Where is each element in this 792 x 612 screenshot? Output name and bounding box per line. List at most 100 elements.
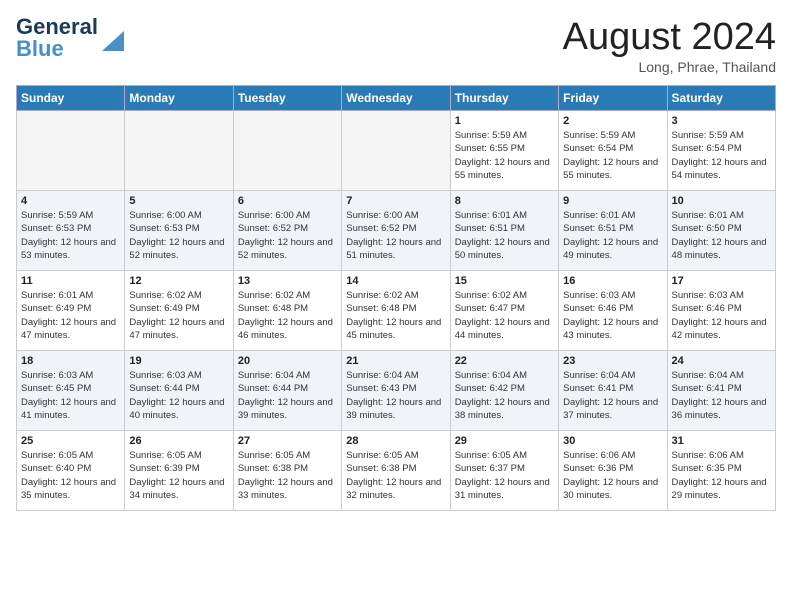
calendar-week-row: 4Sunrise: 5:59 AMSunset: 6:53 PMDaylight… xyxy=(17,191,776,271)
calendar-week-row: 11 Sunrise: 6:01 AMSunset: 6:49 PMDayligh… xyxy=(17,271,776,351)
day-sun-info: Sunrise: 6:05 AMSunset: 6:38 PMDaylight:… xyxy=(346,449,445,502)
logo: General Blue xyxy=(16,16,124,60)
day-number: 6 xyxy=(238,195,337,207)
day-sun-info: Sunrise: 5:59 AMSunset: 6:55 PMDaylight:… xyxy=(455,129,554,182)
calendar-cell: 1 Sunrise: 5:59 AMSunset: 6:55 PMDaylight… xyxy=(450,111,558,191)
day-sun-info: Sunrise: 6:01 AMSunset: 6:50 PMDaylight:… xyxy=(672,209,771,262)
day-number: 26 xyxy=(129,435,228,447)
day-number: 2 xyxy=(563,115,662,127)
logo-icon xyxy=(102,31,124,51)
calendar-cell: 12 Sunrise: 6:02 AMSunset: 6:49 PMDayligh… xyxy=(125,271,233,351)
day-of-week-header: Thursday xyxy=(450,86,558,111)
calendar-cell: 25 Sunrise: 6:05 AMSunset: 6:40 PMDayligh… xyxy=(17,431,125,511)
calendar-cell: 31 Sunrise: 6:06 AMSunset: 6:35 PMDayligh… xyxy=(667,431,775,511)
calendar-cell: 23 Sunrise: 6:04 AMSunset: 6:41 PMDayligh… xyxy=(559,351,667,431)
day-sun-info: Sunrise: 6:06 AMSunset: 6:36 PMDaylight:… xyxy=(563,449,662,502)
day-sun-info: Sunrise: 6:04 AMSunset: 6:43 PMDaylight:… xyxy=(346,369,445,422)
day-sun-info: Sunrise: 5:59 AMSunset: 6:54 PMDaylight:… xyxy=(563,129,662,182)
day-of-week-header: Saturday xyxy=(667,86,775,111)
day-sun-info: Sunrise: 6:01 AMSunset: 6:49 PMDaylight:… xyxy=(21,289,120,342)
calendar-week-row: 1 Sunrise: 5:59 AMSunset: 6:55 PMDaylight… xyxy=(17,111,776,191)
day-sun-info: Sunrise: 6:00 AMSunset: 6:53 PMDaylight:… xyxy=(129,209,228,262)
day-number: 28 xyxy=(346,435,445,447)
day-number: 30 xyxy=(563,435,662,447)
calendar-cell: 14Sunrise: 6:02 AMSunset: 6:48 PMDayligh… xyxy=(342,271,450,351)
day-number: 16 xyxy=(563,275,662,287)
calendar-cell: 9 Sunrise: 6:01 AMSunset: 6:51 PMDaylight… xyxy=(559,191,667,271)
calendar-cell: 26Sunrise: 6:05 AMSunset: 6:39 PMDayligh… xyxy=(125,431,233,511)
day-number: 21 xyxy=(346,355,445,367)
calendar-cell: 5 Sunrise: 6:00 AMSunset: 6:53 PMDaylight… xyxy=(125,191,233,271)
calendar-cell: 28 Sunrise: 6:05 AMSunset: 6:38 PMDayligh… xyxy=(342,431,450,511)
calendar-cell: 21 Sunrise: 6:04 AMSunset: 6:43 PMDayligh… xyxy=(342,351,450,431)
calendar-cell: 6 Sunrise: 6:00 AMSunset: 6:52 PMDaylight… xyxy=(233,191,341,271)
day-sun-info: Sunrise: 6:00 AMSunset: 6:52 PMDaylight:… xyxy=(346,209,445,262)
day-number: 11 xyxy=(21,275,120,287)
day-sun-info: Sunrise: 6:00 AMSunset: 6:52 PMDaylight:… xyxy=(238,209,337,262)
logo-general: General xyxy=(16,16,98,38)
day-sun-info: Sunrise: 6:02 AMSunset: 6:49 PMDaylight:… xyxy=(129,289,228,342)
day-sun-info: Sunrise: 6:06 AMSunset: 6:35 PMDaylight:… xyxy=(672,449,771,502)
day-sun-info: Sunrise: 6:01 AMSunset: 6:51 PMDaylight:… xyxy=(563,209,662,262)
day-number: 7 xyxy=(346,195,445,207)
day-sun-info: Sunrise: 6:04 AMSunset: 6:41 PMDaylight:… xyxy=(563,369,662,422)
day-number: 25 xyxy=(21,435,120,447)
calendar-cell xyxy=(125,111,233,191)
calendar-cell: 2 Sunrise: 5:59 AMSunset: 6:54 PMDaylight… xyxy=(559,111,667,191)
day-number: 13 xyxy=(238,275,337,287)
month-year-title: August 2024 xyxy=(563,16,776,59)
calendar-cell: 16 Sunrise: 6:03 AMSunset: 6:46 PMDayligh… xyxy=(559,271,667,351)
day-sun-info: Sunrise: 6:05 AMSunset: 6:40 PMDaylight:… xyxy=(21,449,120,502)
day-of-week-header: Friday xyxy=(559,86,667,111)
day-sun-info: Sunrise: 6:01 AMSunset: 6:51 PMDaylight:… xyxy=(455,209,554,262)
day-number: 31 xyxy=(672,435,771,447)
calendar-cell: 10 Sunrise: 6:01 AMSunset: 6:50 PMDayligh… xyxy=(667,191,775,271)
day-number: 9 xyxy=(563,195,662,207)
day-number: 24 xyxy=(672,355,771,367)
title-block: August 2024 Long, Phrae, Thailand xyxy=(563,16,776,75)
calendar-cell: 22 Sunrise: 6:04 AMSunset: 6:42 PMDayligh… xyxy=(450,351,558,431)
day-number: 20 xyxy=(238,355,337,367)
page-header: General Blue August 2024 Long, Phrae, Th… xyxy=(16,16,776,75)
day-number: 8 xyxy=(455,195,554,207)
calendar-header-row: SundayMondayTuesdayWednesdayThursdayFrid… xyxy=(17,86,776,111)
day-sun-info: Sunrise: 6:03 AMSunset: 6:46 PMDaylight:… xyxy=(563,289,662,342)
calendar-cell: 30 Sunrise: 6:06 AMSunset: 6:36 PMDayligh… xyxy=(559,431,667,511)
day-of-week-header: Monday xyxy=(125,86,233,111)
day-number: 22 xyxy=(455,355,554,367)
day-number: 5 xyxy=(129,195,228,207)
day-sun-info: Sunrise: 6:04 AMSunset: 6:44 PMDaylight:… xyxy=(238,369,337,422)
calendar-cell: 15Sunrise: 6:02 AMSunset: 6:47 PMDayligh… xyxy=(450,271,558,351)
day-number: 19 xyxy=(129,355,228,367)
calendar-week-row: 18Sunrise: 6:03 AMSunset: 6:45 PMDayligh… xyxy=(17,351,776,431)
day-sun-info: Sunrise: 6:04 AMSunset: 6:42 PMDaylight:… xyxy=(455,369,554,422)
calendar-cell xyxy=(17,111,125,191)
day-number: 12 xyxy=(129,275,228,287)
day-sun-info: Sunrise: 6:02 AMSunset: 6:47 PMDaylight:… xyxy=(455,289,554,342)
day-sun-info: Sunrise: 6:03 AMSunset: 6:44 PMDaylight:… xyxy=(129,369,228,422)
day-sun-info: Sunrise: 6:04 AMSunset: 6:41 PMDaylight:… xyxy=(672,369,771,422)
day-number: 1 xyxy=(455,115,554,127)
day-sun-info: Sunrise: 6:05 AMSunset: 6:37 PMDaylight:… xyxy=(455,449,554,502)
calendar-cell: 13Sunrise: 6:02 AMSunset: 6:48 PMDayligh… xyxy=(233,271,341,351)
calendar-cell: 7 Sunrise: 6:00 AMSunset: 6:52 PMDaylight… xyxy=(342,191,450,271)
calendar-cell: 11 Sunrise: 6:01 AMSunset: 6:49 PMDayligh… xyxy=(17,271,125,351)
calendar-table: SundayMondayTuesdayWednesdayThursdayFrid… xyxy=(16,85,776,511)
calendar-cell: 18Sunrise: 6:03 AMSunset: 6:45 PMDayligh… xyxy=(17,351,125,431)
day-sun-info: Sunrise: 6:05 AMSunset: 6:38 PMDaylight:… xyxy=(238,449,337,502)
calendar-cell: 19 Sunrise: 6:03 AMSunset: 6:44 PMDayligh… xyxy=(125,351,233,431)
day-of-week-header: Sunday xyxy=(17,86,125,111)
day-number: 23 xyxy=(563,355,662,367)
calendar-cell: 17Sunrise: 6:03 AMSunset: 6:46 PMDayligh… xyxy=(667,271,775,351)
day-number: 3 xyxy=(672,115,771,127)
day-number: 10 xyxy=(672,195,771,207)
calendar-cell: 29Sunrise: 6:05 AMSunset: 6:37 PMDayligh… xyxy=(450,431,558,511)
day-sun-info: Sunrise: 5:59 AMSunset: 6:54 PMDaylight:… xyxy=(672,129,771,182)
calendar-cell: 20 Sunrise: 6:04 AMSunset: 6:44 PMDayligh… xyxy=(233,351,341,431)
calendar-cell: 4Sunrise: 5:59 AMSunset: 6:53 PMDaylight… xyxy=(17,191,125,271)
calendar-cell: 24 Sunrise: 6:04 AMSunset: 6:41 PMDayligh… xyxy=(667,351,775,431)
day-number: 14 xyxy=(346,275,445,287)
day-of-week-header: Tuesday xyxy=(233,86,341,111)
day-number: 27 xyxy=(238,435,337,447)
day-number: 4 xyxy=(21,195,120,207)
